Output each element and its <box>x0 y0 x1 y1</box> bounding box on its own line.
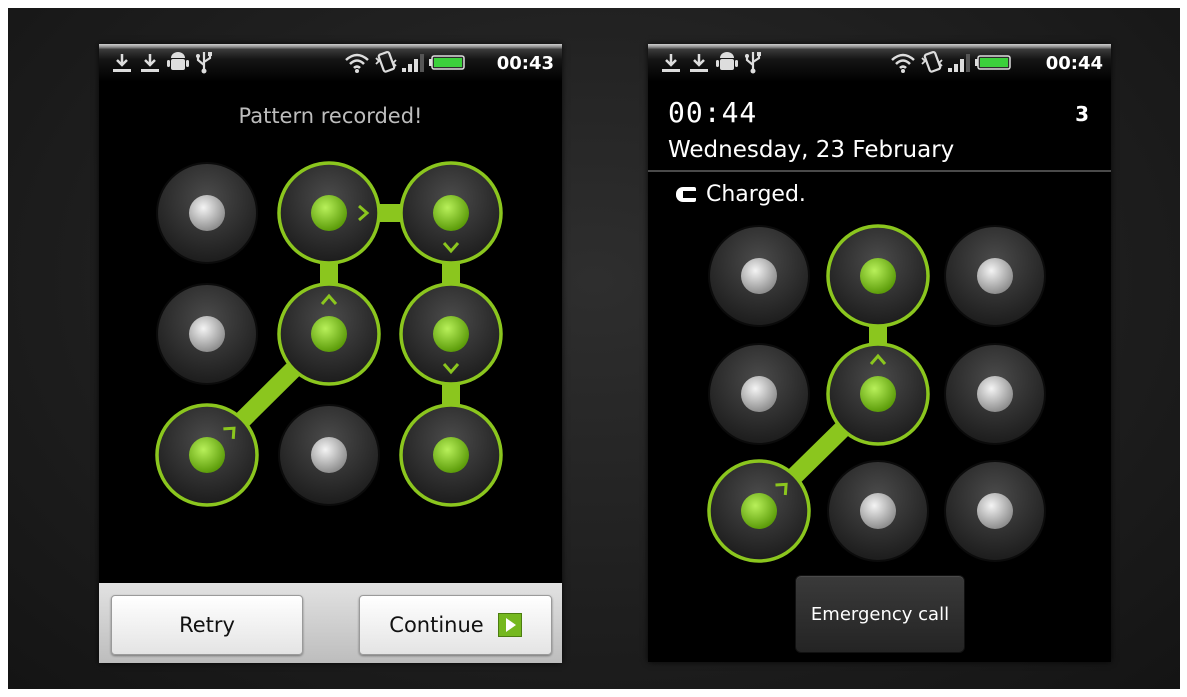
pattern-dot-4[interactable] <box>708 343 810 445</box>
pattern-dot-7[interactable] <box>707 459 811 563</box>
pattern-dot-6[interactable] <box>399 282 503 386</box>
pattern-grid[interactable] <box>99 44 562 584</box>
emergency-call-button[interactable]: Emergency call <box>795 575 965 653</box>
retry-label: Retry <box>179 613 235 637</box>
continue-button[interactable]: Continue <box>359 595 552 655</box>
lock-screen: 00:44 00:44 3 Wednesday, 23 February Cha… <box>648 44 1111 662</box>
pattern-dot-3[interactable] <box>399 161 503 265</box>
pattern-dot-5[interactable] <box>277 282 381 386</box>
pattern-dot-5[interactable] <box>826 342 930 446</box>
arrow-right-icon <box>497 613 522 637</box>
set-pattern-screen: 00:43 Pattern recorded! Retry Continue <box>99 44 562 663</box>
pattern-dot-6[interactable] <box>944 343 1046 445</box>
button-bar: Retry Continue <box>99 583 562 663</box>
pattern-dot-9[interactable] <box>399 403 503 507</box>
pattern-dot-9[interactable] <box>944 460 1046 562</box>
pattern-dot-3[interactable] <box>944 225 1046 327</box>
pattern-dot-7[interactable] <box>155 403 259 507</box>
pattern-dot-1[interactable] <box>156 162 258 264</box>
pattern-dot-1[interactable] <box>708 225 810 327</box>
pattern-dot-8[interactable] <box>827 460 929 562</box>
pattern-dot-4[interactable] <box>156 283 258 385</box>
retry-button[interactable]: Retry <box>111 595 303 655</box>
emergency-call-label: Emergency call <box>810 603 950 625</box>
pattern-dot-2[interactable] <box>826 224 930 328</box>
pattern-dot-2[interactable] <box>277 161 381 265</box>
pattern-grid[interactable] <box>648 44 1111 584</box>
pattern-dot-8[interactable] <box>278 404 380 506</box>
continue-label: Continue <box>389 613 484 637</box>
